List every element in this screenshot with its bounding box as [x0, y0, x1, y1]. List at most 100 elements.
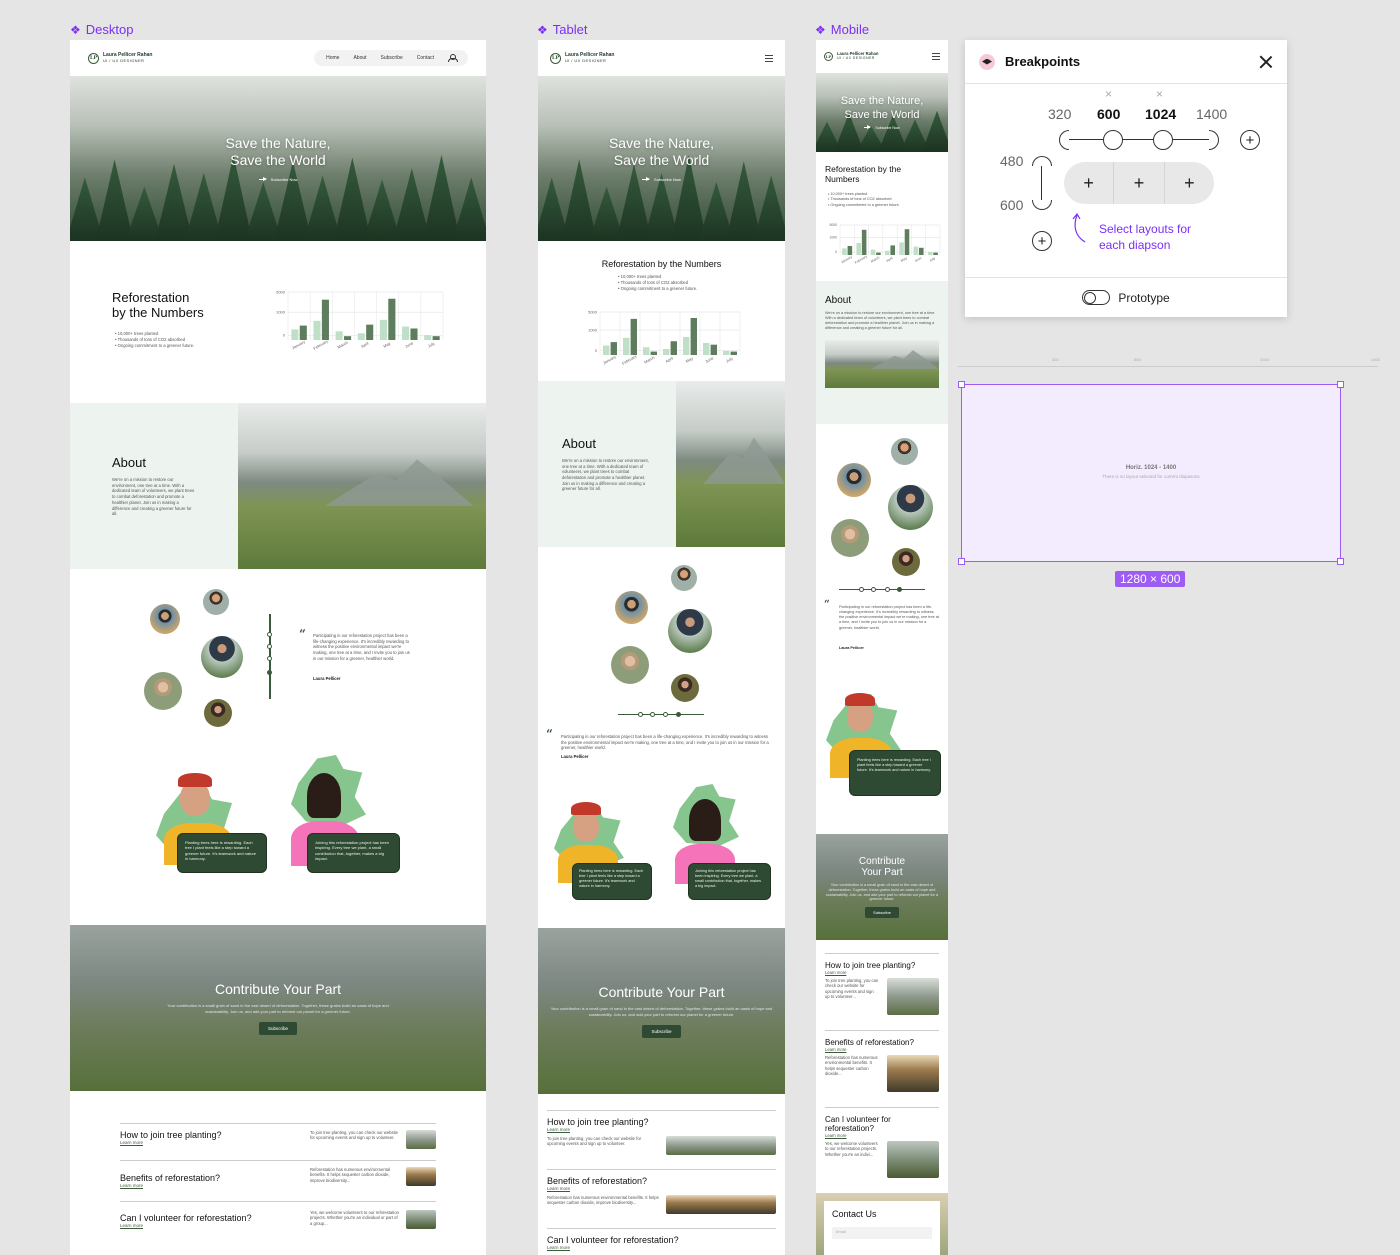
learn-more-link[interactable]: Learn more	[825, 1133, 846, 1138]
remove-breakpoint-icon[interactable]: ×	[1105, 87, 1112, 101]
mobile-frame[interactable]: LP Laura Pellicer Rahan UI / UX DESIGNER…	[816, 40, 948, 1255]
close-icon[interactable]	[1259, 55, 1273, 69]
frame-label-mobile[interactable]: ❖ Mobile	[815, 22, 869, 37]
timeline-dot-active[interactable]	[676, 712, 681, 717]
timeline-dot[interactable]	[267, 656, 272, 661]
faq-item[interactable]: How to join tree planting? Learn more To…	[825, 953, 939, 1030]
avatar[interactable]	[671, 565, 697, 591]
timeline-dot-active[interactable]	[897, 587, 902, 592]
avatar[interactable]	[892, 548, 920, 576]
people-section: Planting trees here is rewarding. Each t…	[538, 760, 785, 928]
add-width-breakpoint-button[interactable]: +	[1240, 130, 1260, 150]
about-text: We're on a mission to restore our enviro…	[112, 477, 195, 517]
frame-label-tablet[interactable]: ❖ Tablet	[537, 22, 587, 37]
brand-logo[interactable]: LP Laura Pellicer Rahan UI / UX DESIGNER	[824, 51, 878, 61]
breakpoint-handle[interactable]	[1153, 130, 1173, 150]
subscribe-button[interactable]: Subscribe	[642, 1024, 681, 1038]
avatar[interactable]	[837, 463, 871, 497]
frame-label-desktop[interactable]: ❖ Desktop	[70, 22, 133, 37]
stats-section: Reforestation by the Numbers 10,000+ tre…	[538, 241, 785, 381]
hero-cta[interactable]: Subscribe Now	[258, 176, 297, 182]
timeline-dot[interactable]	[267, 632, 272, 637]
hero-cta[interactable]: Subscribe Now	[864, 125, 900, 130]
subscribe-button[interactable]: Subscribe	[865, 907, 899, 919]
learn-more-link[interactable]: Learn more	[120, 1223, 310, 1228]
avatar[interactable]	[891, 438, 918, 465]
email-input[interactable]: Email	[832, 1227, 932, 1239]
menu-icon[interactable]	[932, 53, 940, 60]
avatar[interactable]	[150, 604, 180, 634]
learn-more-link[interactable]: Learn more	[547, 1127, 570, 1132]
faq-item[interactable]: Benefits of reforestation? Learn more Ref…	[120, 1160, 436, 1201]
learn-more-link[interactable]: Learn more	[547, 1245, 570, 1250]
stats-list: 10,000+ trees planted Thousands of tons …	[828, 192, 900, 208]
hero-title: Save the Nature, Save the World	[840, 95, 924, 121]
selection-size-badge: 1280 × 600	[1115, 571, 1186, 587]
avatar[interactable]	[615, 591, 648, 624]
avatar[interactable]	[144, 672, 182, 710]
nav-subscribe[interactable]: Subscribe	[381, 55, 403, 61]
add-height-breakpoint-button[interactable]: +	[1032, 231, 1052, 251]
resize-handle[interactable]	[958, 558, 965, 565]
hero-cta[interactable]: Subscribe Now	[642, 176, 681, 182]
nav-contact[interactable]: Contact	[417, 55, 434, 61]
breakpoint-start-handle[interactable]	[1059, 130, 1069, 150]
timeline-dot[interactable]	[859, 587, 864, 592]
faq-section: How to join tree planting? Learn more To …	[70, 1091, 486, 1251]
avatar[interactable]	[203, 589, 229, 615]
faq-answer: Yes, we welcome volunteers to our refore…	[310, 1210, 399, 1226]
layout-selection-frame[interactable]: Horiz. 1024 - 1400 There is no layout se…	[958, 381, 1344, 565]
avatar[interactable]	[668, 609, 712, 653]
timeline-dot[interactable]	[663, 712, 668, 717]
avatar[interactable]	[671, 674, 699, 702]
resize-handle[interactable]	[1337, 381, 1344, 388]
tablet-frame[interactable]: LP Laura Pellicer Rahan UI / UX DESIGNER…	[538, 40, 785, 1255]
timeline-dot[interactable]	[267, 644, 272, 649]
faq-answer: To join tree planting, you can check our…	[310, 1130, 398, 1141]
brand-logo[interactable]: LP Laura Pellicer Rahan UI / UX DESIGNER	[550, 52, 614, 64]
learn-more-link[interactable]: Learn more	[547, 1186, 570, 1191]
faq-thumbnail	[406, 1210, 436, 1229]
avatar[interactable]	[201, 636, 243, 678]
breakpoint-handle[interactable]	[1103, 130, 1123, 150]
desktop-frame[interactable]: LP Laura Pellicer Rahan UI / UX DESIGNER…	[70, 40, 486, 1255]
faq-item[interactable]: Can I volunteer for reforestation? Learn…	[825, 1107, 939, 1193]
learn-more-link[interactable]: Learn more	[825, 970, 846, 975]
learn-more-link[interactable]: Learn more	[120, 1183, 310, 1188]
timeline-dot[interactable]	[885, 587, 890, 592]
prototype-toggle[interactable]	[1082, 290, 1111, 305]
add-layout-button[interactable]: +	[1064, 162, 1113, 204]
nav-about[interactable]: About	[353, 55, 366, 61]
resize-handle[interactable]	[958, 381, 965, 388]
chart-bar	[856, 243, 861, 255]
avatar[interactable]	[204, 699, 232, 727]
user-icon[interactable]	[448, 54, 458, 62]
menu-icon[interactable]	[765, 54, 773, 62]
subscribe-button[interactable]: Subscribe	[258, 1021, 297, 1035]
learn-more-link[interactable]: Learn more	[120, 1140, 310, 1145]
learn-more-link[interactable]: Learn more	[825, 1047, 846, 1052]
timeline-dot[interactable]	[871, 587, 876, 592]
add-layout-button[interactable]: +	[1113, 162, 1163, 204]
avatar[interactable]	[831, 519, 869, 557]
height-start-handle[interactable]	[1032, 156, 1052, 166]
faq-item[interactable]: Benefits of reforestation? Learn more Re…	[547, 1169, 776, 1228]
faq-item[interactable]: How to join tree planting? Learn more To …	[120, 1123, 436, 1160]
brand-logo[interactable]: LP Laura Pellicer Rahan UI / UX DESIGNER	[88, 52, 152, 64]
timeline-dot[interactable]	[638, 712, 643, 717]
avatar[interactable]	[888, 485, 933, 530]
faq-item[interactable]: Benefits of reforestation? Learn more Re…	[825, 1030, 939, 1107]
resize-handle[interactable]	[1337, 558, 1344, 565]
remove-breakpoint-icon[interactable]: ×	[1156, 87, 1163, 101]
people-section: Planting trees here is rewarding. Each t…	[70, 755, 486, 925]
faq-item[interactable]: Can I volunteer for reforestation? Learn…	[547, 1228, 776, 1255]
timeline-dot-active[interactable]	[267, 670, 272, 675]
nav-home[interactable]: Home	[326, 55, 339, 61]
add-layout-button[interactable]: +	[1163, 162, 1214, 204]
breakpoint-end-handle[interactable]	[1209, 130, 1219, 150]
height-end-handle[interactable]	[1032, 200, 1052, 210]
faq-item[interactable]: How to join tree planting? Learn more To…	[547, 1110, 776, 1169]
faq-item[interactable]: Can I volunteer for reforestation? Learn …	[120, 1201, 436, 1251]
avatar[interactable]	[611, 646, 649, 684]
timeline-dot[interactable]	[650, 712, 655, 717]
